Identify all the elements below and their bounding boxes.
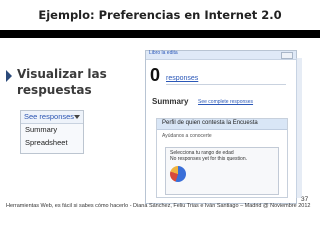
- menu-header[interactable]: See responses: [21, 111, 83, 124]
- bullet-text: Visualizar las respuestas: [17, 67, 107, 97]
- chevron-down-icon: [74, 115, 80, 119]
- summary-heading: Summary: [152, 97, 189, 106]
- bullet-arrow-icon: [6, 70, 12, 82]
- responses-menu[interactable]: See responses Summary Spreadsheet: [20, 110, 84, 154]
- pie-chart-icon: [170, 166, 186, 182]
- survey-card: Perfil de quien contesta la Encuesta Ayú…: [156, 118, 288, 198]
- panel-toolbar: Libro la edita: [146, 50, 296, 60]
- panel-top-link[interactable]: Libro la edita: [149, 50, 178, 56]
- slide-footer: Herramientas Web, es fácil si sabes cómo…: [6, 203, 311, 209]
- title-rule: [0, 30, 320, 38]
- response-count: 0: [150, 65, 161, 85]
- toolbar-button[interactable]: [281, 52, 293, 59]
- menu-header-label: See responses: [24, 112, 75, 121]
- menu-item-spreadsheet[interactable]: Spreadsheet: [21, 137, 83, 149]
- page-number: 37: [301, 196, 309, 203]
- slide-title-bar: Ejemplo: Preferencias en Internet 2.0: [0, 0, 320, 29]
- scrollbar[interactable]: [296, 58, 302, 198]
- responses-panel: Libro la edita 0 responses Summary See c…: [145, 50, 297, 204]
- menu-item-summary[interactable]: Summary: [21, 124, 83, 136]
- responses-link[interactable]: responses: [166, 75, 198, 82]
- menu-item-label: Summary: [25, 125, 58, 134]
- menu-item-label: Spreadsheet: [25, 138, 68, 147]
- card-header: Perfil de quien contesta la Encuesta: [157, 119, 287, 130]
- question-status: No responses yet for this question.: [170, 156, 247, 162]
- slide-title: Ejemplo: Preferencias en Internet 2.0: [38, 8, 282, 22]
- card-title: Perfil de quien contesta la Encuesta: [162, 120, 258, 126]
- question-box: Selecciona tu rango de edad No responses…: [165, 147, 279, 195]
- complete-responses-link[interactable]: See complete responses: [198, 99, 253, 105]
- card-subtitle: Ayúdanos a conocerte: [162, 133, 212, 139]
- divider: [166, 84, 286, 85]
